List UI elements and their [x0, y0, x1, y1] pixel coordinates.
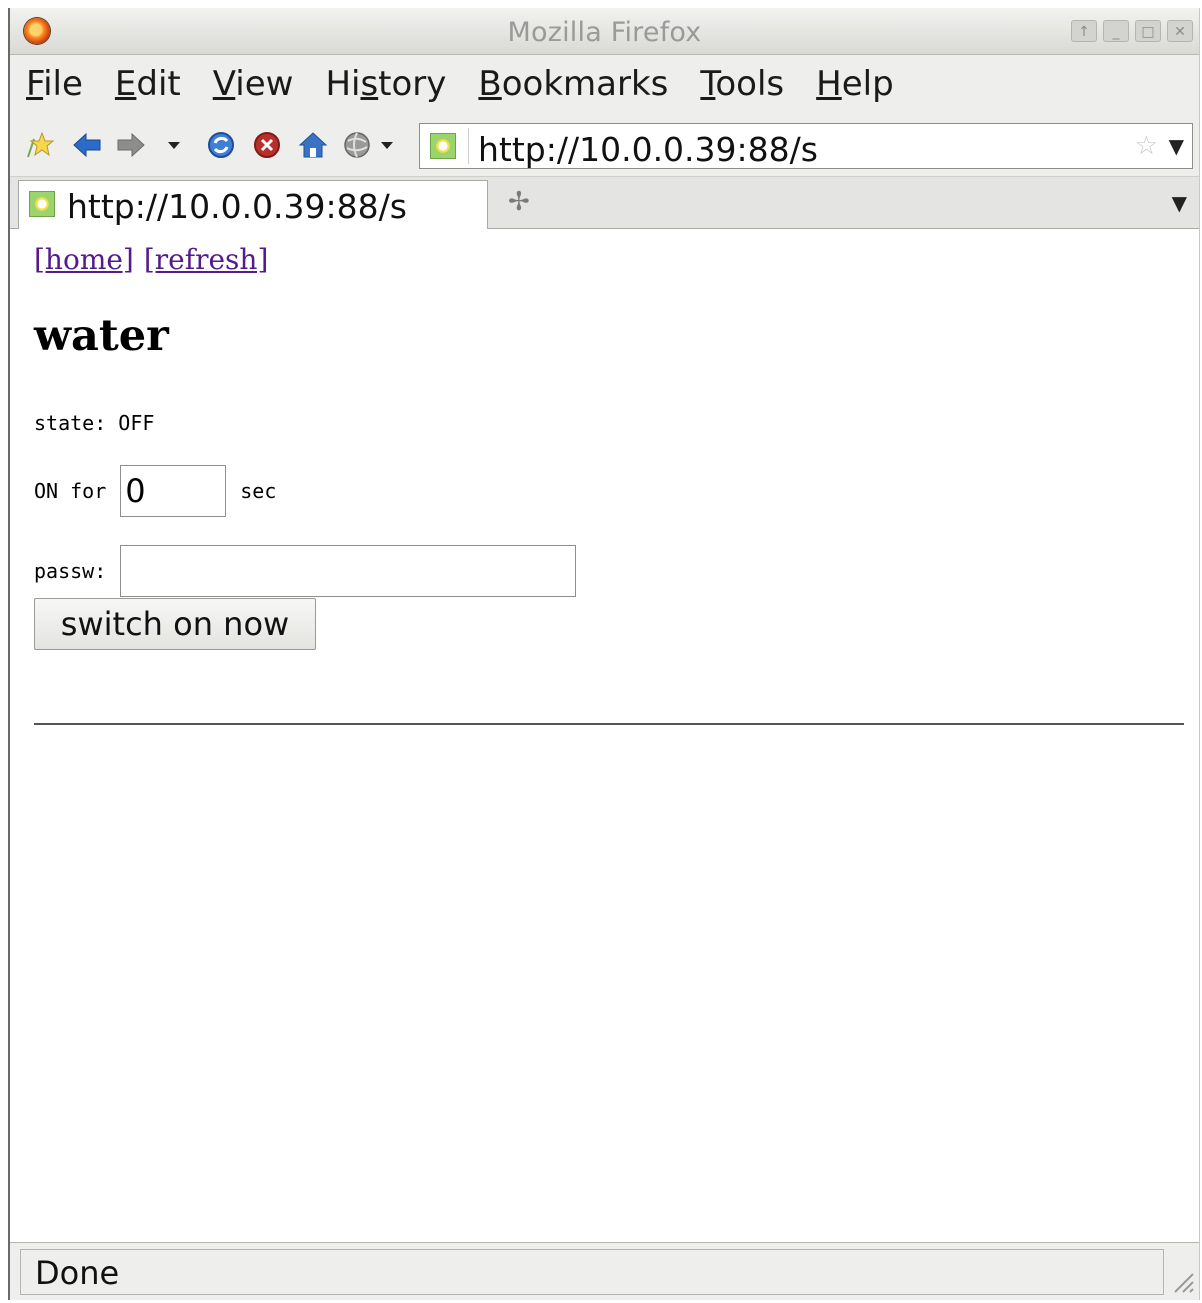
minimize-icon[interactable]: _: [1103, 20, 1129, 42]
stop-icon[interactable]: [250, 131, 284, 159]
globe-icon[interactable]: [340, 131, 374, 159]
menu-edit[interactable]: Edit: [111, 64, 185, 104]
passw-label: passw:: [34, 559, 107, 583]
globe-dropdown-icon[interactable]: [376, 131, 398, 159]
tab-strip: http://10.0.0.39:88/s ✢ ▼: [10, 177, 1199, 229]
tab-list-icon[interactable]: ▼: [1172, 191, 1187, 215]
new-tab-icon[interactable]: ✢: [508, 187, 530, 217]
top-links: [home] [refresh]: [34, 243, 278, 276]
url-divider: [468, 128, 469, 164]
tab-favicon-icon: [29, 191, 55, 217]
title-bar: Mozilla Firefox ↑ _ □ ✕: [10, 8, 1199, 55]
menu-tools[interactable]: Tools: [696, 64, 788, 104]
page-title: water: [34, 311, 169, 361]
on-for-row: ON for sec: [34, 465, 276, 517]
menu-view[interactable]: View: [209, 64, 298, 104]
menu-bar: File Edit View History Bookmarks Tools H…: [10, 55, 1199, 113]
url-bar[interactable]: http://10.0.0.39:88/s ☆ ▼: [419, 123, 1193, 169]
tab-label: http://10.0.0.39:88/s: [67, 187, 407, 226]
star-icon[interactable]: ☆: [1135, 133, 1158, 159]
state-value: OFF: [118, 411, 155, 435]
menu-bookmarks[interactable]: Bookmarks: [474, 64, 672, 104]
status-bar: Done: [10, 1242, 1199, 1300]
resize-grip-icon[interactable]: [1169, 1268, 1195, 1294]
state-line: state: OFF: [34, 411, 154, 435]
menu-help[interactable]: Help: [812, 64, 898, 104]
status-panel: Done: [20, 1249, 1164, 1295]
state-label: state:: [34, 411, 107, 435]
switch-on-button[interactable]: switch on now: [34, 598, 316, 650]
url-dropdown-icon[interactable]: ▼: [1169, 133, 1184, 159]
maximize-icon[interactable]: □: [1135, 20, 1161, 42]
password-input[interactable]: [120, 545, 577, 597]
menu-history[interactable]: History: [321, 64, 450, 104]
sec-label: sec: [240, 479, 277, 503]
forward-icon[interactable]: [114, 131, 148, 159]
home-link[interactable]: [home]: [34, 243, 134, 276]
seconds-input[interactable]: [120, 465, 227, 517]
on-for-label: ON for: [34, 479, 107, 503]
window-title: Mozilla Firefox: [507, 17, 702, 48]
url-input[interactable]: http://10.0.0.39:88/s: [478, 130, 818, 169]
menu-file[interactable]: File: [22, 64, 87, 104]
password-row: passw:: [34, 545, 577, 597]
navigation-toolbar: http://10.0.0.39:88/s ☆ ▼: [10, 113, 1199, 177]
history-dropdown-icon[interactable]: [162, 131, 186, 159]
horizontal-rule: [34, 723, 1184, 725]
bookmark-star-icon[interactable]: [22, 131, 56, 159]
page-content: [home] [refresh] water state: OFF ON for …: [10, 229, 1199, 1242]
status-text: Done: [35, 1254, 120, 1292]
site-favicon-icon: [430, 133, 456, 159]
close-icon[interactable]: ✕: [1167, 20, 1193, 42]
window-controls: ↑ _ □ ✕: [1071, 20, 1193, 42]
home-icon[interactable]: [296, 131, 330, 159]
tab-active[interactable]: http://10.0.0.39:88/s: [18, 180, 488, 229]
back-icon[interactable]: [70, 131, 104, 159]
browser-window: Mozilla Firefox ↑ _ □ ✕ File Edit View H…: [8, 8, 1200, 1300]
reload-icon[interactable]: [204, 131, 238, 159]
shade-icon[interactable]: ↑: [1071, 20, 1097, 42]
refresh-link[interactable]: [refresh]: [144, 243, 269, 276]
